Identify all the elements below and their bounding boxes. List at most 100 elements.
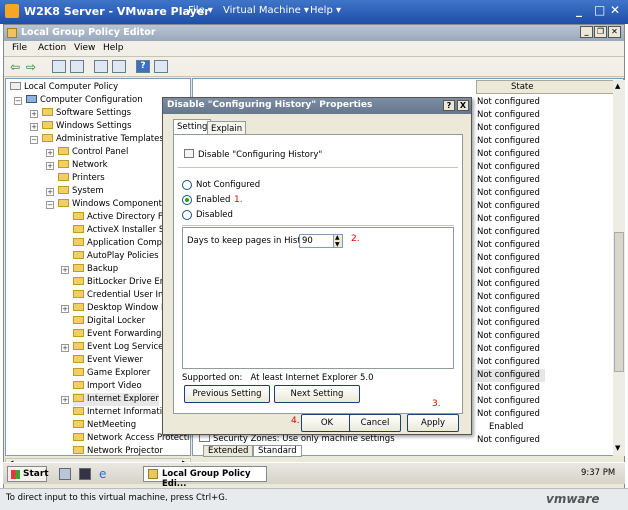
policy-icon <box>10 82 21 90</box>
next-setting-button[interactable]: Next Setting <box>274 385 360 403</box>
tree-item[interactable]: Windows Settings <box>42 120 132 133</box>
tree-item[interactable]: AutoPlay Policies <box>73 250 159 263</box>
dialog-close-button[interactable]: X <box>457 100 469 111</box>
tree-item[interactable]: Local Computer Policy <box>10 81 118 94</box>
expand-icon[interactable]: + <box>61 344 69 352</box>
tab-extended[interactable]: Extended <box>203 445 254 457</box>
ok-button[interactable]: OK <box>301 414 353 432</box>
tree-item[interactable]: Software Settings <box>42 107 131 120</box>
tree-item[interactable]: ActiveX Installer Ser <box>73 224 173 237</box>
tree-item[interactable]: Computer Configuration <box>26 94 143 107</box>
tree-item[interactable]: Game Explorer <box>73 367 150 380</box>
tree-item[interactable]: Network Projector <box>73 445 163 455</box>
guest-screen[interactable]: Local Group Policy Editor _ ❐ ✕ File Act… <box>3 24 625 490</box>
back-arrow-icon[interactable]: ⇦ <box>10 60 20 74</box>
vm-menu-help[interactable]: Help ▾ <box>310 5 341 16</box>
scroll-down-icon[interactable]: ▼ <box>615 444 620 452</box>
tab-standard[interactable]: Standard <box>253 445 302 457</box>
spin-up-icon[interactable]: ▲ <box>335 234 340 241</box>
tab-explain[interactable]: Explain <box>207 121 247 134</box>
expand-icon[interactable]: + <box>30 123 38 131</box>
days-spinner[interactable]: ▲ ▼ <box>333 234 343 248</box>
tree-item[interactable]: Backup <box>73 263 118 276</box>
tray-icons[interactable] <box>503 468 563 480</box>
state-cell: Not configured <box>475 369 545 382</box>
list-item[interactable]: Security Zones: Use only machine setting… <box>199 434 395 444</box>
tree-item[interactable]: Internet Informatior <box>73 406 171 419</box>
filter-icon[interactable] <box>154 60 168 73</box>
close-icon[interactable]: ✕ <box>610 3 620 17</box>
cancel-button[interactable]: Cancel <box>349 414 401 432</box>
collapse-icon[interactable]: − <box>30 136 38 144</box>
export-list-icon[interactable] <box>94 60 108 73</box>
up-folder-icon[interactable] <box>52 60 66 73</box>
tree-item[interactable]: Active Directory Fed <box>73 211 173 224</box>
tree-item[interactable]: BitLocker Drive Encr <box>73 276 173 289</box>
help-icon[interactable]: ? <box>136 60 150 73</box>
tree-item[interactable]: Network <box>58 159 108 172</box>
forward-arrow-icon[interactable]: ⇨ <box>26 60 36 74</box>
mmc-close-icon[interactable]: ✕ <box>608 26 621 38</box>
expand-icon[interactable]: + <box>61 266 69 274</box>
scroll-up-icon[interactable]: ▲ <box>615 82 620 90</box>
tree-item[interactable]: Printers <box>58 172 105 185</box>
powershell-icon[interactable] <box>79 468 91 480</box>
folder-icon <box>73 381 84 389</box>
maximize-icon[interactable]: □ <box>594 3 605 17</box>
expand-icon[interactable]: + <box>61 305 69 313</box>
collapse-icon[interactable]: − <box>46 201 54 209</box>
tree-item[interactable]: NetMeeting <box>73 419 136 432</box>
tree-item[interactable]: System <box>58 185 104 198</box>
tree-item[interactable]: Digital Locker <box>73 315 145 328</box>
expand-icon[interactable]: + <box>61 396 69 404</box>
vm-menu-file[interactable]: File ▾ <box>188 5 213 16</box>
state-column-header[interactable]: State <box>476 80 614 94</box>
tree-item-selected[interactable]: Internet Explorer <box>73 393 159 406</box>
expand-icon[interactable]: + <box>46 188 54 196</box>
tree-item[interactable]: Control Panel <box>58 146 128 159</box>
vm-menu-virtual-machine[interactable]: Virtual Machine ▾ <box>223 5 309 16</box>
mmc-restore-icon[interactable]: ❐ <box>594 26 607 38</box>
properties-dialog[interactable]: Disable "Configuring History" Properties… <box>162 97 472 435</box>
radio-not-configured[interactable] <box>182 180 192 190</box>
folder-icon <box>73 394 84 402</box>
minimize-icon[interactable]: _ <box>576 3 582 17</box>
menu-help[interactable]: Help <box>103 43 124 53</box>
list-vertical-scrollbar[interactable]: ▲ ▼ <box>613 80 625 456</box>
help-button[interactable]: ? <box>443 100 455 111</box>
expand-icon[interactable]: + <box>46 149 54 157</box>
state-cell: Not configured <box>477 383 540 393</box>
tab-setting[interactable]: Setting <box>173 119 212 134</box>
tree-item[interactable]: Administrative Templates <box>42 133 164 146</box>
tree-item[interactable]: Desktop Window Ma <box>73 302 174 315</box>
taskbar-item-gpedit[interactable]: Local Group Policy Edi... <box>143 466 267 489</box>
start-button[interactable]: Start <box>7 466 49 482</box>
tree-item[interactable]: Event Log Service <box>73 341 163 354</box>
collapse-icon[interactable]: − <box>14 97 22 105</box>
device-icons[interactable] <box>400 494 530 506</box>
tree-item[interactable]: Application Compatit <box>73 237 176 250</box>
apply-button[interactable]: Apply <box>407 414 459 432</box>
days-input[interactable] <box>299 234 335 248</box>
expand-icon[interactable]: + <box>46 162 54 170</box>
mmc-minimize-icon[interactable]: _ <box>580 26 593 38</box>
radio-disabled[interactable] <box>182 210 192 220</box>
tree-item[interactable]: Credential User Inte <box>73 289 172 302</box>
tree-item[interactable]: Windows Components <box>58 198 166 211</box>
tree-item[interactable]: Event Viewer <box>73 354 143 367</box>
tree-item[interactable]: Import Video <box>73 380 142 393</box>
properties-icon[interactable] <box>112 60 126 73</box>
internet-explorer-icon[interactable]: e <box>99 467 106 481</box>
server-manager-icon[interactable] <box>59 468 71 480</box>
previous-setting-button[interactable]: Previous Setting <box>184 385 270 403</box>
radio-enabled[interactable] <box>182 195 192 205</box>
spin-down-icon[interactable]: ▼ <box>335 241 340 248</box>
expand-icon[interactable]: + <box>30 110 38 118</box>
setting-icon <box>199 434 210 442</box>
menu-action[interactable]: Action <box>38 43 66 53</box>
scroll-thumb[interactable] <box>614 232 624 372</box>
show-tree-icon[interactable] <box>70 60 84 73</box>
menu-file[interactable]: File <box>12 43 27 53</box>
menu-view[interactable]: View <box>74 43 95 53</box>
tree-item[interactable]: Event Forwarding <box>73 328 161 341</box>
